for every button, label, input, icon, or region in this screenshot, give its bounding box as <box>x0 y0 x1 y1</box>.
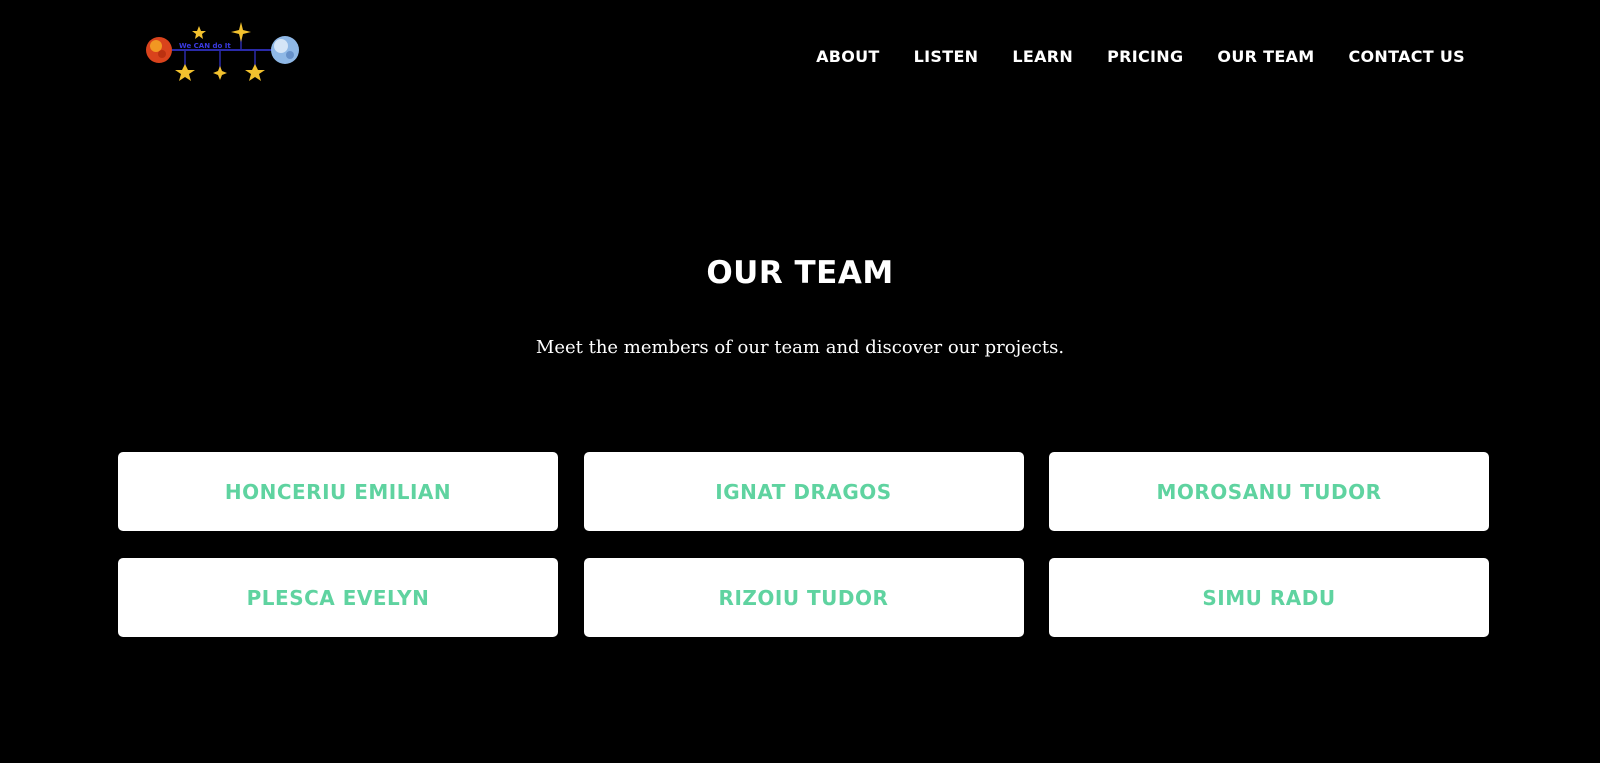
team-member-name: RIZOIU TUDOR <box>718 585 889 610</box>
nav-listen[interactable]: LISTEN <box>914 46 979 68</box>
page: We CAN do It ABOUT LISTEN LEARN PRICING … <box>0 0 1600 763</box>
team-member-name: IGNAT DRAGOS <box>715 479 892 504</box>
nav-pricing[interactable]: PRICING <box>1107 46 1183 68</box>
logo-text: We CAN do It <box>179 42 231 50</box>
site-header: We CAN do It ABOUT LISTEN LEARN PRICING … <box>0 0 1600 115</box>
team-grid: HONCERIU EMILIAN IGNAT DRAGOS MOROSANU T… <box>118 452 1489 637</box>
team-member-name: SIMU RADU <box>1202 585 1336 610</box>
section-subtitle: Meet the members of our team and discove… <box>535 337 1065 358</box>
team-member-name: PLESCA EVELYN <box>246 585 430 610</box>
team-member-card[interactable]: HONCERIU EMILIAN <box>118 452 558 531</box>
nav-about[interactable]: ABOUT <box>816 46 880 68</box>
nav-contact-us[interactable]: CONTACT US <box>1348 46 1465 68</box>
nav-learn[interactable]: LEARN <box>1012 46 1073 68</box>
nav-our-team[interactable]: OUR TEAM <box>1217 46 1314 68</box>
team-member-card[interactable]: SIMU RADU <box>1049 558 1489 637</box>
team-member-name: MOROSANU TUDOR <box>1156 479 1382 504</box>
logo-icon[interactable]: We CAN do It <box>145 20 305 86</box>
team-member-name: HONCERIU EMILIAN <box>224 479 452 504</box>
team-member-card[interactable]: IGNAT DRAGOS <box>583 452 1024 531</box>
section-title: OUR TEAM <box>706 255 894 291</box>
team-member-card[interactable]: MOROSANU TUDOR <box>1049 452 1489 531</box>
team-member-card[interactable]: RIZOIU TUDOR <box>583 558 1024 637</box>
team-member-card[interactable]: PLESCA EVELYN <box>118 558 558 637</box>
main-nav: ABOUT LISTEN LEARN PRICING OUR TEAM CONT… <box>782 46 1465 68</box>
